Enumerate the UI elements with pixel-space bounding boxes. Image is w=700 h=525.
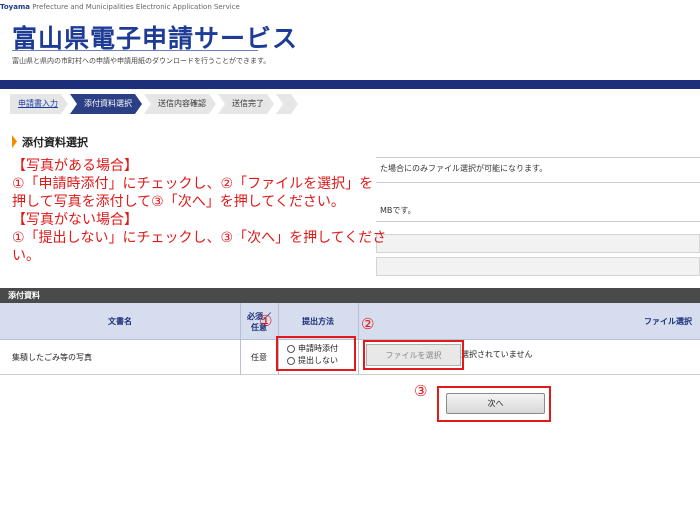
instruction-line: 【写真がない場合】 <box>12 212 138 228</box>
step-confirm: 送信内容確認 <box>144 94 216 114</box>
marker-1: ① <box>259 312 273 330</box>
notice-box <box>376 257 700 276</box>
row-doc-name: 集積したごみ等の写真 <box>12 353 92 362</box>
title-underline <box>12 50 258 51</box>
highlight-box-method <box>276 336 356 371</box>
instruction-line: 【写真がある場合】 <box>12 158 138 174</box>
table-caption: 添付資料 <box>0 288 700 303</box>
tagline-brand: Toyama <box>0 3 30 11</box>
header-bar <box>0 80 700 89</box>
instruction-line: 押して写真を添付して③「次へ」を押してください。 <box>12 194 345 210</box>
tagline-text: Prefecture and Municipalities Electronic… <box>29 3 240 11</box>
header-file-select: ファイル選択 <box>644 317 692 326</box>
row-required: 任意 <box>251 353 267 362</box>
step-indicator: 申請書入力 添付資料選択 送信内容確認 送信完了 <box>10 94 300 114</box>
marker-2: ② <box>361 315 375 333</box>
step-tail <box>276 94 298 114</box>
highlight-box-file <box>363 340 464 370</box>
column-divider <box>358 303 359 375</box>
column-divider <box>240 303 241 375</box>
section-arrow-icon <box>12 135 17 148</box>
instruction-line: ①「申請時添付」にチェックし、②「ファイルを選択」を <box>12 176 374 192</box>
note-size-limit: MBです。 <box>380 206 416 215</box>
divider <box>376 157 700 158</box>
note-file-select: た場合にのみファイル選択が可能になります。 <box>380 164 548 173</box>
footer-area <box>0 375 700 430</box>
instruction-overlay: 【写真がある場合】 ①「申請時添付」にチェックし、②「ファイルを選択」を 押して… <box>12 157 387 265</box>
step-application-input[interactable]: 申請書入力 <box>10 94 68 114</box>
divider <box>376 182 700 183</box>
site-description: 富山県と県内の市町村への申請や申請用紙のダウンロードを行うことができます。 <box>12 57 271 65</box>
marker-3: ③ <box>414 382 428 400</box>
instruction-line: い。 <box>12 248 40 264</box>
section-title: 添付資料選択 <box>22 136 88 149</box>
divider <box>376 221 700 222</box>
header-doc-name: 文書名 <box>108 317 132 326</box>
step-complete: 送信完了 <box>218 94 274 114</box>
header-method: 提出方法 <box>302 317 334 326</box>
step-attachment-select: 添付資料選択 <box>70 94 142 114</box>
notice-box <box>376 234 700 253</box>
file-status: 選択されていません <box>461 350 533 359</box>
highlight-box-next <box>437 386 551 422</box>
instruction-line: ①「提出しない」にチェックし、③「次へ」を押してくださ <box>12 230 387 246</box>
site-tagline: Toyama Prefecture and Municipalities Ele… <box>0 3 240 11</box>
